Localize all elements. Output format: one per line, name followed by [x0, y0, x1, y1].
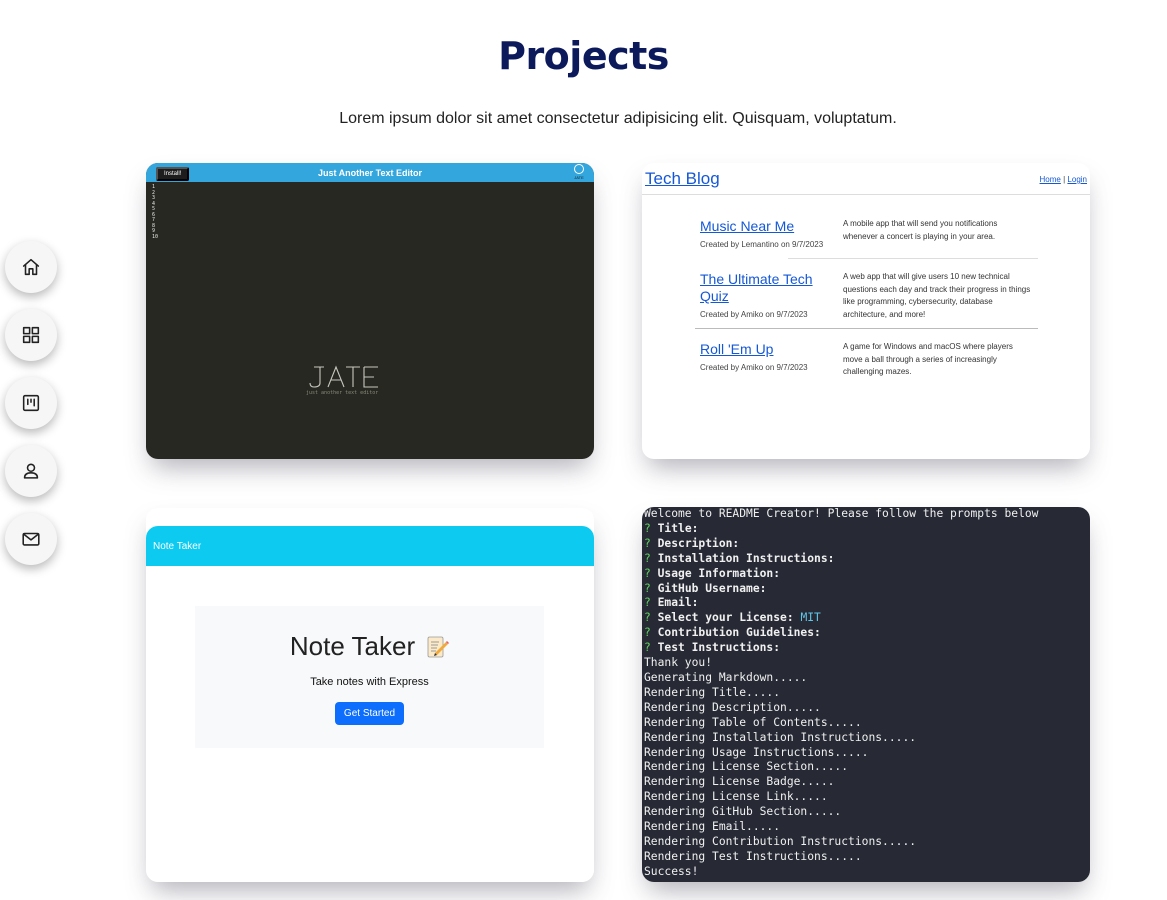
terminal-line: Welcome to README Creator! Please follow…	[644, 507, 1039, 520]
terminal-output: Welcome to README Creator! Please follow…	[644, 507, 1038, 880]
note-lead: Take notes with Express	[310, 676, 429, 688]
blog-title-link[interactable]: Tech Blog	[645, 169, 720, 189]
terminal-line: Rendering License Link.....	[644, 790, 828, 804]
terminal-prompt: ? Installation Instructions:	[644, 551, 835, 565]
user-icon	[23, 463, 39, 479]
terminal-line: Generating Markdown.....	[644, 670, 808, 684]
note-heading: Note Taker	[195, 631, 544, 662]
terminal-line: Rendering Contribution Instructions.....	[644, 834, 917, 848]
terminal-line: Rendering GitHub Section.....	[644, 805, 842, 819]
grid-icon	[22, 326, 40, 344]
blog-nav-separator: |	[1063, 175, 1066, 184]
nav-home-button[interactable]	[5, 241, 57, 293]
jate-logo-icon	[574, 164, 584, 174]
memo-icon	[427, 636, 450, 657]
blog-nav-home[interactable]: Home	[1040, 175, 1061, 184]
blog-post-title[interactable]: The Ultimate Tech Quiz	[700, 271, 825, 305]
blog-post-description: A game for Windows and macOS where playe…	[843, 342, 1013, 376]
terminal-line: Rendering Usage Instructions.....	[644, 745, 869, 759]
note-taker-page: Note Taker Note Taker Take notes with Ex…	[146, 526, 594, 882]
terminal-line: Thank you!	[644, 656, 713, 670]
terminal-prompt: ? Email:	[644, 596, 699, 610]
terminal-prompt: ? Title:	[644, 521, 699, 535]
terminal-line: Rendering Description.....	[644, 700, 821, 714]
terminal-prompt: ? Select your License: MIT	[644, 611, 821, 625]
note-jumbotron: Note Taker Take notes with Express Get S…	[195, 606, 544, 748]
install-button[interactable]: Install!	[156, 167, 190, 181]
get-started-button[interactable]: Get Started	[334, 702, 405, 725]
terminal-prompt: ? GitHub Username:	[644, 581, 767, 595]
blog-post-title[interactable]: Music Near Me	[700, 218, 825, 235]
editor-line-numbers: 1 2 3 4 5 6 7 8 9 10	[152, 184, 159, 240]
terminal-line: Rendering License Badge.....	[644, 775, 835, 789]
side-nav	[5, 241, 57, 565]
terminal-line: Success!	[644, 864, 699, 878]
terminal-line: Rendering Email.....	[644, 820, 781, 834]
terminal-line: Rendering Installation Instructions.....	[644, 730, 917, 744]
jate-ascii-logo	[309, 365, 378, 388]
note-navbar-title[interactable]: Note Taker	[153, 541, 201, 552]
project-card-tech-blog[interactable]: Tech Blog Home | Login Music Near Me Cre…	[642, 163, 1090, 459]
license-answer: MIT	[800, 611, 821, 625]
terminal-line: Rendering Title.....	[644, 685, 781, 699]
blog-post-title[interactable]: Roll 'Em Up	[700, 341, 825, 358]
terminal-line: Rendering License Section.....	[644, 760, 849, 774]
editor-comment: just another text editor	[306, 390, 379, 396]
project-card-note-taker[interactable]: Note Taker Note Taker Take notes with Ex…	[146, 508, 594, 882]
nav-kanban-button[interactable]	[5, 377, 57, 429]
jate-logo-text: JATE	[574, 175, 584, 180]
jate-navbar: Install! Just Another Text Editor JATE	[146, 163, 594, 182]
blog-header: Tech Blog Home | Login	[642, 163, 1090, 195]
nav-about-button[interactable]	[5, 445, 57, 497]
nav-projects-button[interactable]	[5, 309, 57, 361]
page-title: Projects	[498, 34, 669, 78]
blog-nav-login[interactable]: Login	[1067, 175, 1087, 184]
project-card-jate[interactable]: Install! Just Another Text Editor JATE 1…	[146, 163, 594, 459]
blog-divider	[695, 328, 1038, 329]
blog-post-description: A web app that will give users 10 new te…	[843, 272, 1031, 319]
home-icon	[22, 258, 40, 276]
terminal-line: Rendering Table of Contents.....	[644, 715, 862, 729]
blog-post-meta: Created by Amiko on 9/7/2023	[700, 363, 808, 372]
kanban-icon	[22, 394, 40, 412]
jate-title: Just Another Text Editor	[317, 167, 422, 178]
blog-divider	[788, 258, 1038, 259]
terminal-line: Rendering Test Instructions.....	[644, 849, 862, 863]
blog-post-meta: Created by Lemantino on 9/7/2023	[700, 240, 824, 249]
terminal-prompt: ? Usage Information:	[644, 566, 781, 580]
terminal-prompt: ? Description:	[644, 536, 740, 550]
note-navbar: Note Taker	[146, 526, 594, 566]
blog-nav: Home | Login	[1040, 175, 1087, 184]
mail-icon	[22, 532, 40, 546]
jate-logo: JATE	[574, 164, 584, 180]
blog-post-meta: Created by Amiko on 9/7/2023	[700, 310, 808, 319]
terminal-prompt: ? Test Instructions:	[644, 641, 781, 655]
note-heading-text: Note Taker	[289, 631, 416, 661]
terminal-prompt: ? Contribution Guidelines:	[644, 626, 821, 640]
blog-post-description: A mobile app that will send you notifica…	[843, 219, 998, 241]
nav-contact-button[interactable]	[5, 513, 57, 565]
page-subtitle: Lorem ipsum dolor sit amet consectetur a…	[339, 110, 897, 127]
project-card-readme-creator[interactable]: Welcome to README Creator! Please follow…	[642, 507, 1090, 882]
